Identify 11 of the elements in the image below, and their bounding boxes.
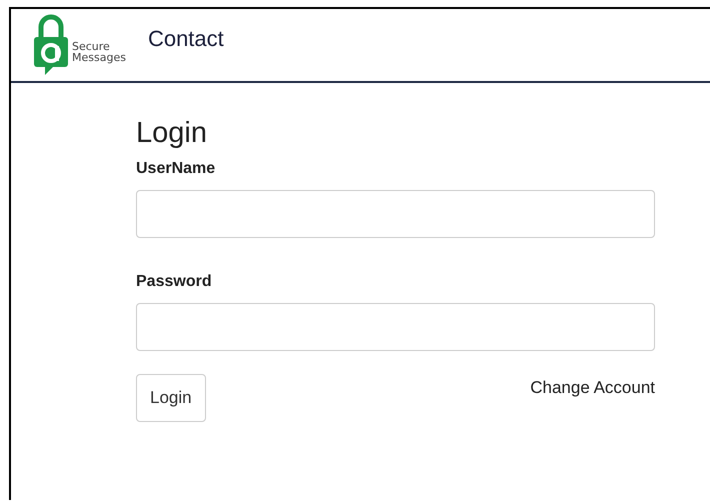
- login-heading: Login: [136, 117, 208, 150]
- padlock-logo-icon: [33, 13, 69, 77]
- change-account-link[interactable]: Change Account: [530, 378, 655, 398]
- field-label: Password: [136, 273, 213, 291]
- logo-text: Secure: [72, 41, 111, 52]
- nav-link[interactable]: Contact: [148, 26, 224, 52]
- logo-text: Messages: [72, 52, 126, 63]
- field-label: UserName: [136, 160, 216, 178]
- input-field[interactable]: [136, 190, 655, 238]
- input-field[interactable]: [136, 303, 655, 351]
- login-button[interactable]: Login: [136, 374, 206, 422]
